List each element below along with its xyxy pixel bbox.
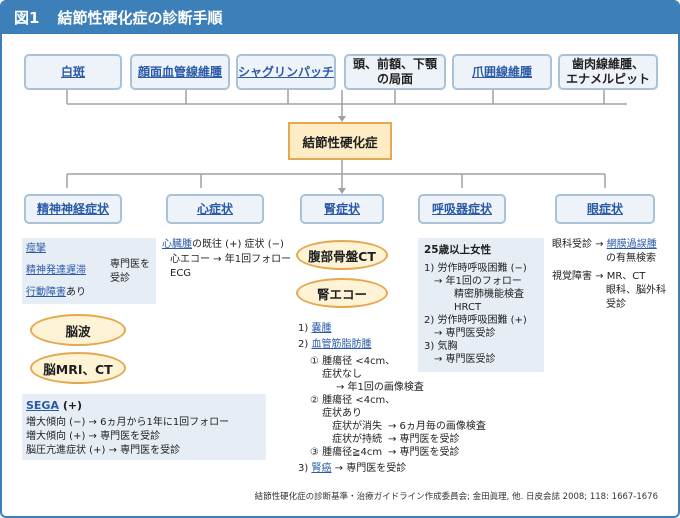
kidney-sub-4: ② 腫瘍径 <4cm、 <box>310 395 396 406</box>
resp-line-7: 3) 気胸 <box>424 341 458 352</box>
category-label[interactable]: 眼症状 <box>587 202 623 217</box>
finding-label[interactable]: 白斑 <box>61 65 85 80</box>
finding-label[interactable]: 爪囲線維腫 <box>472 65 532 80</box>
finding-label[interactable]: シャグリンパッチ <box>238 65 334 80</box>
sega-plus: (+) <box>58 399 83 412</box>
kidney-sub-2: 症状なし <box>322 369 362 380</box>
heart-line-1-rest: の既往 (+) 症状 (−) <box>192 239 284 250</box>
neuro-behavior-suffix: あり <box>66 287 86 298</box>
figure-frame: 図1 結節性硬化症の診断手順 白斑 顔面血管線維腫 シャグリンパッチ 頭、前額、… <box>0 0 680 518</box>
finding-label-line1: 頭、前額、下顎 <box>352 57 437 71</box>
kidney-sub-10: ③ 腫瘍径≧4cm <box>310 447 383 458</box>
neuro-item-seizure[interactable]: 痙攣 <box>26 242 46 255</box>
sega-line-1: 増大傾向 (−) → 6ヵ月から1年に1回フォロー <box>26 417 230 428</box>
kidney-cyst-link[interactable]: 嚢腫 <box>311 323 331 334</box>
resp-line-1: 1) 労作時呼吸困難 (−) <box>424 263 527 274</box>
eye-line-2: の有無検索 <box>606 253 656 264</box>
resp-line-8: → 専門医受診 <box>434 354 496 365</box>
eye-line-4: 眼科、脳外科 <box>606 285 666 296</box>
kidney-sub-5: 症状あり <box>322 408 362 419</box>
category-ocular: 眼症状 <box>555 194 655 224</box>
finding-label[interactable]: 顔面血管線維腫 <box>138 65 222 80</box>
neuro-item-behavior: 行動障害あり <box>26 286 86 299</box>
finding-label-line1: 歯肉線維腫、 <box>571 57 644 71</box>
finding-facial-angiofibroma: 顔面血管線維腫 <box>130 54 230 90</box>
neuro-referral-line1: 専門医を <box>110 259 150 270</box>
oval-label: 腹部骨盤CT <box>308 248 376 264</box>
citation: 結節性硬化症の診断基準・治療ガイドライン作成委員会; 金田眞理, 他. 日皮会誌… <box>254 492 658 502</box>
finding-forehead-plaque: 頭、前額、下顎 の局面 <box>344 54 446 90</box>
diagnosis-label: 結節性硬化症 <box>302 134 378 150</box>
oval-abdominal-ct: 腹部骨盤CT <box>296 240 388 270</box>
kidney-sub-9: → 専門医を受診 <box>388 434 460 445</box>
category-neuropsychiatric: 精神神経症状 <box>24 194 122 224</box>
category-renal: 腎症状 <box>300 194 384 224</box>
kidney-item-1-num: 1) <box>298 323 309 334</box>
finding-label-line2: エナメルピット <box>565 72 650 86</box>
heart-line-2: 心エコー → 年1回フォロー <box>170 254 292 265</box>
neuro-referral-line2: 受診 <box>110 273 130 284</box>
neuro-item-developmental-delay[interactable]: 精神発達遅滞 <box>26 264 86 277</box>
kidney-sub-8: 症状が持続 <box>332 434 382 445</box>
heart-line-1: 心臓腫の既往 (+) 症状 (−) <box>162 238 284 251</box>
kidney-item-3-num: 3) <box>298 463 309 474</box>
sega-line-3: 脳圧亢進症状 (+) → 専門医を受診 <box>26 445 181 456</box>
sega-line-2: 増大傾向 (+) → 専門医を受診 <box>26 431 161 442</box>
heart-rhabdomyoma-link[interactable]: 心臓腫 <box>162 239 192 250</box>
oval-label: 腎エコー <box>316 286 367 302</box>
heart-line-3: ECG <box>170 268 192 279</box>
diagnosis-box: 結節性硬化症 <box>288 122 392 160</box>
finding-gingival-fibroma: 歯肉線維腫、 エナメルピット <box>558 54 658 90</box>
kidney-sub-1: ① 腫瘍径 <4cm、 <box>310 356 396 367</box>
kidney-rcc-link[interactable]: 腎癌 <box>311 463 331 474</box>
sega-heading: SEGA (+) <box>26 399 82 412</box>
oval-label: 脳波 <box>65 323 91 339</box>
resp-line-5: 2) 労作時呼吸困難 (+) <box>424 315 527 326</box>
category-label[interactable]: 腎症状 <box>324 202 360 217</box>
sega-link[interactable]: SEGA <box>26 399 59 412</box>
kidney-sub-11: → 専門医を受診 <box>388 447 460 458</box>
eye-line-5: 受診 <box>606 299 626 310</box>
resp-line-4: HRCT <box>454 302 482 313</box>
resp-line-2: → 年1回のフォロー <box>434 276 522 287</box>
resp-heading: 25歳以上女性 <box>424 244 492 256</box>
resp-line-3: 精密肺機能検査 <box>454 289 524 300</box>
kidney-item-2: 2) 血管筋脂肪腫 <box>298 338 371 351</box>
kidney-aml-link[interactable]: 血管筋脂肪腫 <box>311 339 371 350</box>
resp-line-6: → 専門医受診 <box>434 328 496 339</box>
kidney-sub-3: → 年1回の画像検査 <box>336 382 424 393</box>
kidney-item-2-num: 2) <box>298 339 309 350</box>
category-label[interactable]: 心症状 <box>197 202 233 217</box>
kidney-item-1: 1) 嚢腫 <box>298 322 331 335</box>
eye-line-3: 視覚障害 → MR、CT <box>552 271 646 282</box>
category-cardiac: 心症状 <box>166 194 264 224</box>
finding-label-line2: の局面 <box>376 72 413 86</box>
oval-label: 脳MRI、CT <box>43 361 113 377</box>
kidney-item-3: 3) 腎癌 → 専門医を受診 <box>298 462 406 475</box>
eye-line-1-pre: 眼科受診 → <box>552 239 607 250</box>
category-respiratory: 呼吸器症状 <box>418 194 506 224</box>
finding-shagreen-patch: シャグリンパッチ <box>236 54 336 90</box>
oval-eeg: 脳波 <box>30 314 126 346</box>
finding-periungual-fibroma: 爪囲線維腫 <box>452 54 552 90</box>
eye-line-1: 眼科受診 → 網膜過誤腫 <box>552 238 657 251</box>
category-label[interactable]: 呼吸器症状 <box>432 202 492 217</box>
kidney-sub-6: 症状が消失 <box>332 421 382 432</box>
kidney-sub-7: → 6ヵ月毎の画像検査 <box>388 421 486 432</box>
eye-hamartoma-link[interactable]: 網膜過誤腫 <box>607 239 657 250</box>
category-label[interactable]: 精神神経症状 <box>37 202 109 217</box>
neuro-behavior-link[interactable]: 行動障害 <box>26 287 66 298</box>
finding-hypopigmented-macule: 白斑 <box>24 54 122 90</box>
kidney-item-3-rest: → 専門医を受診 <box>331 463 407 474</box>
oval-renal-echo: 腎エコー <box>296 278 388 308</box>
oval-brain-mri-ct: 脳MRI、CT <box>30 352 126 384</box>
